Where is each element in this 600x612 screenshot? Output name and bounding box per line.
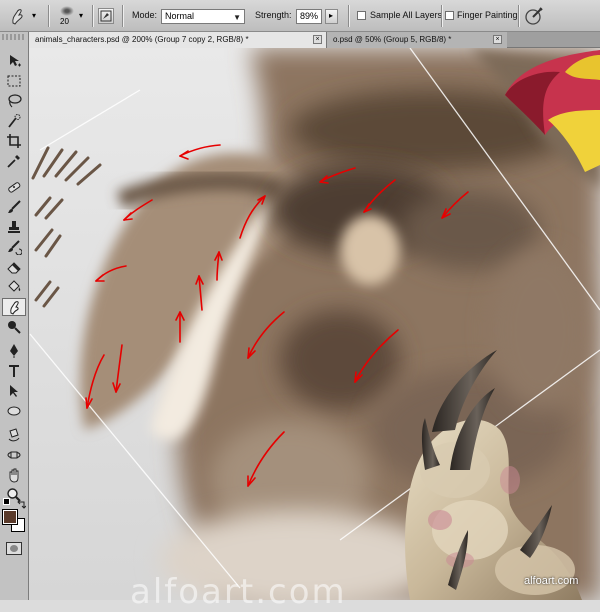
chevron-down-icon: ▼ (233, 13, 241, 22)
pressure-button[interactable] (524, 6, 544, 26)
marquee-icon (7, 75, 21, 87)
panel-grip[interactable] (2, 34, 26, 40)
close-icon[interactable]: × (313, 35, 322, 44)
path-select-tool[interactable] (2, 382, 26, 400)
tab-label: o.psd @ 50% (Group 5, RGB/8) * (333, 35, 452, 44)
artwork (29, 48, 600, 600)
stamp-tool[interactable] (2, 218, 26, 236)
crop-tool[interactable] (2, 132, 26, 150)
strength-slider-button[interactable]: ▸ (325, 9, 338, 24)
default-colors-button[interactable] (3, 498, 12, 507)
brush-icon (8, 200, 21, 213)
lasso-icon (8, 94, 22, 108)
mode-value: Normal (165, 11, 195, 21)
watermark: alfoart.com (130, 572, 347, 612)
eraser-tool[interactable] (2, 258, 26, 276)
chevron-down-icon: ▾ (32, 11, 37, 20)
finger-painting-label: Finger Painting (457, 10, 518, 20)
eyedropper-tool[interactable] (2, 152, 26, 170)
brush-panel-icon (100, 10, 112, 22)
divider (92, 5, 93, 27)
close-icon[interactable]: × (493, 35, 502, 44)
smudge-icon (10, 301, 19, 315)
healing-icon (8, 182, 21, 193)
swap-arrow-icon (17, 499, 27, 509)
swap-colors-button[interactable] (17, 496, 27, 509)
type-tool[interactable] (2, 362, 26, 380)
quick-select-tool[interactable] (2, 112, 26, 130)
default-colors-icon (3, 498, 10, 505)
foreground-color-swatch[interactable] (2, 509, 18, 525)
mode-select[interactable]: Normal ▼ (161, 9, 245, 24)
hand-icon (9, 468, 19, 483)
move-icon (10, 55, 21, 67)
strength-label: Strength: (255, 10, 292, 20)
shape-icon (7, 406, 21, 416)
stamp-icon (8, 221, 20, 233)
3d-rotate-icon (8, 428, 20, 442)
history-brush-tool[interactable] (2, 238, 26, 256)
healing-tool[interactable] (2, 178, 26, 196)
quick-mask-icon (10, 545, 18, 552)
mode-label: Mode: (132, 10, 158, 20)
tablet-pressure-icon (525, 7, 543, 25)
3d-orbit-tool[interactable] (2, 446, 26, 464)
brush-panel-toggle[interactable] (98, 8, 114, 24)
sample-all-layers-label: Sample All Layers (370, 10, 443, 20)
eraser-icon (7, 262, 21, 274)
tab-animals-characters[interactable]: animals_characters.psd @ 200% (Group 7 c… (29, 32, 327, 48)
pen-tool[interactable] (2, 342, 26, 360)
divider (441, 5, 442, 27)
strength-value: 89% (300, 11, 319, 21)
bucket-icon (8, 280, 21, 292)
hand-tool[interactable] (2, 466, 26, 484)
quick-select-icon (8, 114, 21, 128)
smudge-finger-icon (12, 9, 23, 25)
marquee-tool[interactable] (2, 72, 26, 90)
divider (518, 5, 519, 27)
dodge-tool[interactable] (2, 318, 26, 336)
chevron-down-icon: ▾ (79, 11, 84, 20)
bucket-tool[interactable] (2, 278, 26, 296)
crop-icon (7, 134, 21, 148)
document-tabs: animals_characters.psd @ 200% (Group 7 c… (29, 32, 600, 48)
site-label: alfoart.com (524, 575, 579, 587)
move-tool[interactable] (2, 52, 26, 70)
3d-rotate-tool[interactable] (2, 426, 26, 444)
quick-mask-button[interactable] (6, 542, 22, 555)
document-canvas[interactable] (29, 48, 600, 600)
brush-tool[interactable] (2, 198, 26, 216)
divider (122, 5, 123, 27)
pen-icon (10, 344, 18, 358)
tab-o-psd[interactable]: o.psd @ 50% (Group 5, RGB/8) * × (327, 32, 507, 48)
chevron-right-icon: ▸ (329, 11, 334, 20)
type-icon (9, 365, 19, 377)
path-select-icon (10, 385, 18, 397)
brush-size-label: 20 (60, 17, 69, 26)
history-brush-icon (8, 240, 22, 255)
tool-panel (0, 32, 29, 600)
finger-painting-checkbox[interactable] (445, 11, 454, 20)
dodge-icon (8, 321, 21, 334)
brush-picker[interactable]: 20 ▾ (54, 3, 88, 29)
strength-input[interactable]: 89% (296, 9, 322, 24)
options-bar: ▾ 20 ▾ Mode: Normal ▼ Strength: 89% ▸ Sa… (0, 0, 600, 32)
eyedropper-icon (7, 155, 20, 168)
divider (348, 5, 349, 27)
divider (48, 5, 49, 27)
sample-all-layers-checkbox[interactable] (357, 11, 366, 20)
3d-orbit-icon (7, 451, 21, 459)
tab-label: animals_characters.psd @ 200% (Group 7 c… (35, 35, 249, 44)
shape-tool[interactable] (2, 402, 26, 420)
tool-preset-picker[interactable]: ▾ (4, 5, 40, 27)
brush-preview-icon (60, 6, 74, 16)
lasso-tool[interactable] (2, 92, 26, 110)
smudge-tool[interactable] (2, 298, 26, 316)
